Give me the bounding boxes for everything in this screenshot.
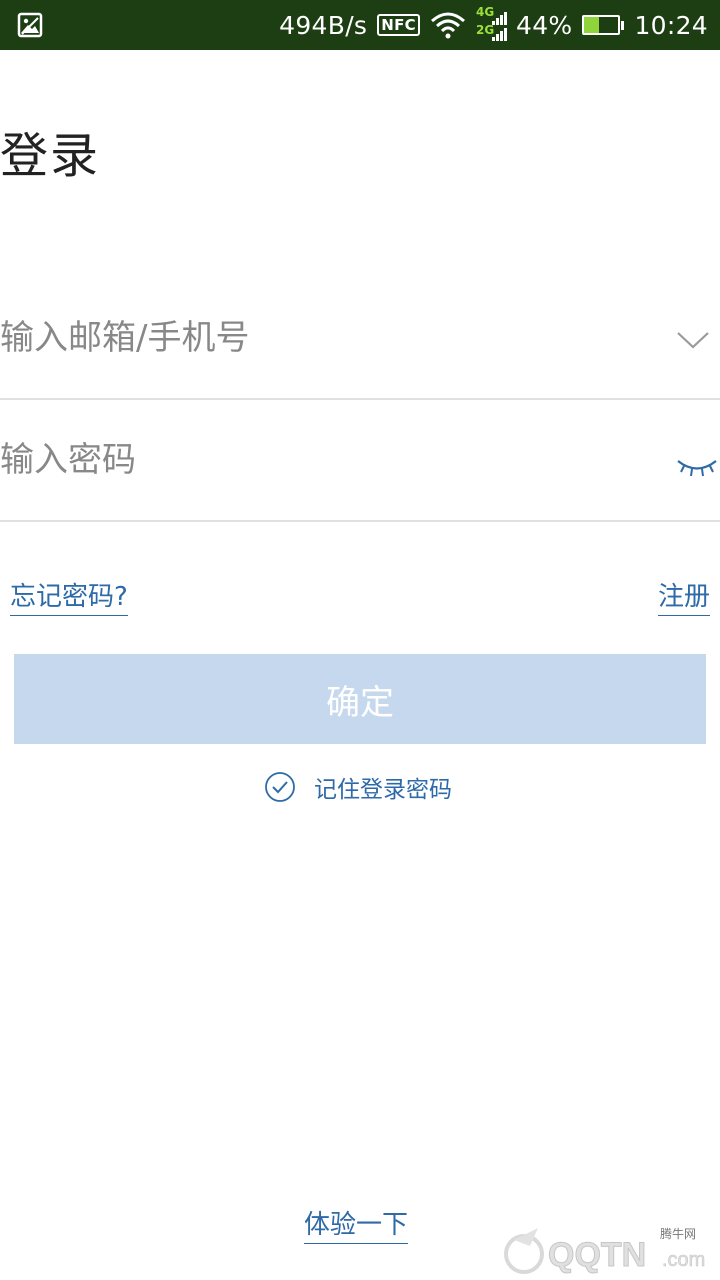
forgot-password-link[interactable]: 忘记密码? [10, 576, 128, 616]
register-link[interactable]: 注册 [657, 576, 710, 616]
chevron-down-icon[interactable] [676, 330, 710, 350]
watermark-logo: QQTN .com 腾牛网 [504, 1226, 706, 1275]
password-input[interactable] [0, 400, 640, 520]
screenshot-notification-icon [17, 12, 43, 38]
password-field [0, 400, 720, 522]
signal-icon: 4G 2G [476, 5, 507, 43]
eye-closed-icon[interactable] [676, 456, 718, 478]
clock: 10:24 [634, 10, 708, 40]
remember-password-toggle[interactable]: 记住登录密码 [264, 770, 452, 804]
net-speed: 494B/s [279, 10, 368, 40]
page-title: 登录 [0, 128, 101, 184]
remember-password-label: 记住登录密码 [314, 777, 452, 803]
try-it-link[interactable]: 体验一下 [304, 1204, 409, 1244]
svg-text:QQTN: QQTN [548, 1236, 646, 1274]
battery-percent: 44% [515, 10, 573, 40]
account-input[interactable] [0, 278, 640, 398]
watermark-caption: 腾牛网 [660, 1226, 696, 1241]
wifi-icon [430, 12, 465, 39]
nfc-icon: NFC [377, 14, 420, 36]
account-field [0, 278, 720, 400]
confirm-button[interactable]: 确定 [14, 654, 706, 744]
svg-text:.com: .com [662, 1249, 705, 1271]
status-bar: 494B/s NFC 4G 2G 44% 10:24 [0, 0, 720, 50]
check-circle-icon [265, 772, 295, 802]
battery-icon [582, 15, 625, 35]
